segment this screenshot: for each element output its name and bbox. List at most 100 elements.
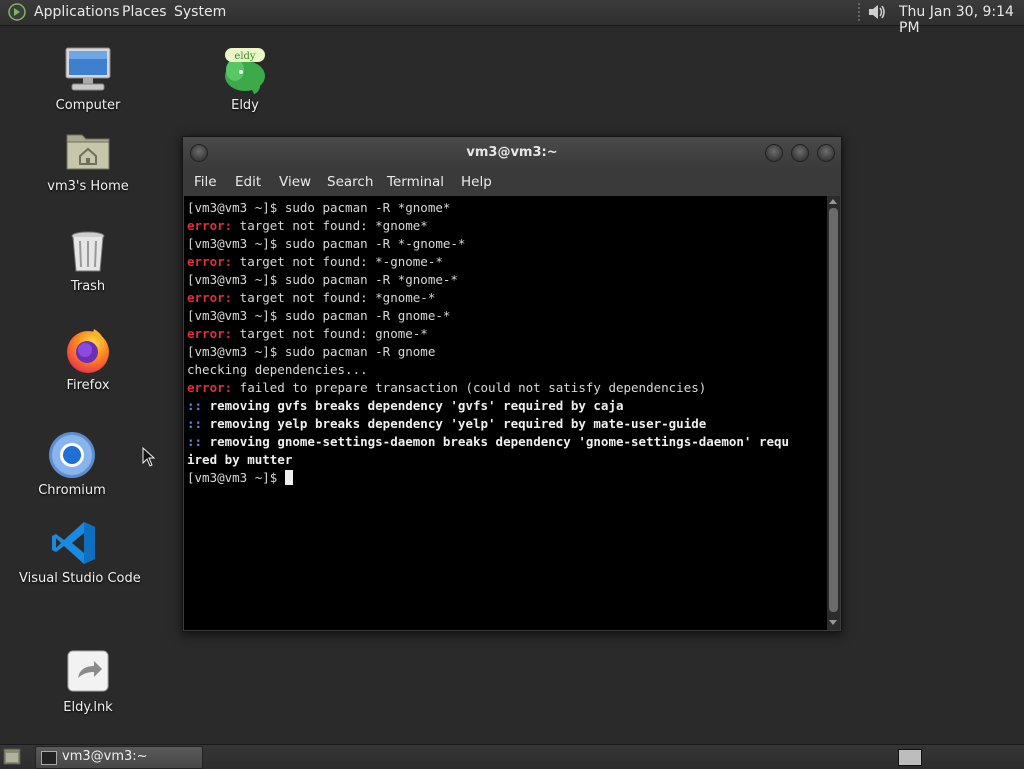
minimize-button[interactable]: [765, 144, 783, 162]
terminal-line-text: target not found: *gnome-*: [232, 290, 436, 305]
terminal-line: :: removing yelp breaks dependency 'yelp…: [187, 415, 789, 433]
vscode-icon: [50, 519, 98, 567]
desktop-icon-label: Eldy.lnk: [63, 700, 113, 715]
desktop-icon-label: Visual Studio Code: [19, 571, 141, 586]
close-button[interactable]: [817, 144, 835, 162]
shortcut-icon: [64, 648, 112, 696]
firefox-icon: [64, 326, 112, 374]
terminal-bold-text: removing gnome-settings-daemon breaks de…: [202, 434, 790, 449]
error-prefix: error:: [187, 218, 233, 233]
terminal-line: :: removing gnome-settings-daemon breaks…: [187, 433, 789, 451]
desktop-icon-vscode[interactable]: Visual Studio Code: [19, 519, 141, 586]
colons-prefix: ::: [187, 416, 203, 431]
terminal-line: [vm3@vm3 ~]$ sudo pacman -R *gnome*: [187, 199, 789, 217]
desktop-icon-label: Computer: [55, 98, 121, 113]
maximize-button[interactable]: [791, 144, 809, 162]
terminal-line: :: removing gvfs breaks dependency 'gvfs…: [187, 397, 789, 415]
mouse-pointer-icon: [142, 447, 156, 467]
terminal-menubar: File Edit View Search Terminal Help: [183, 169, 841, 196]
desktop-icon-firefox[interactable]: Firefox: [33, 326, 143, 393]
menu-terminal[interactable]: Terminal: [387, 174, 444, 190]
terminal-line: [vm3@vm3 ~]$ sudo pacman -R *-gnome-*: [187, 235, 789, 253]
terminal-cursor: [284, 470, 293, 485]
terminal-line-text: [vm3@vm3 ~]$: [187, 470, 285, 485]
desktop-icon-label: Chromium: [38, 483, 106, 498]
home-folder-icon: [64, 127, 112, 175]
volume-icon[interactable]: [866, 2, 888, 22]
desktop-icon-eldy[interactable]: eldy Eldy: [190, 46, 300, 113]
terminal-line: [vm3@vm3 ~]$ sudo pacman -R gnome: [187, 343, 789, 361]
applications-menu[interactable]: Applications: [34, 4, 120, 20]
terminal-line: error: target not found: *gnome*: [187, 217, 789, 235]
terminal-line: [vm3@vm3 ~]$: [187, 469, 789, 487]
distro-logo-icon[interactable]: [8, 3, 26, 21]
terminal-line: error: target not found: gnome-*: [187, 325, 789, 343]
colons-prefix: ::: [187, 434, 203, 449]
terminal-text: [vm3@vm3 ~]$ sudo pacman -R *gnome* error…: [187, 199, 789, 487]
desktop-icon-computer[interactable]: Computer: [33, 46, 143, 113]
desktop-icon-chromium[interactable]: Chromium: [17, 431, 127, 498]
bottom-panel: vm3@vm3:~: [0, 744, 1024, 769]
window-title: vm3@vm3:~: [466, 145, 558, 160]
trash-icon: [64, 227, 112, 275]
terminal-line: error: failed to prepare transaction (co…: [187, 379, 789, 397]
window-titlebar[interactable]: vm3@vm3:~: [183, 137, 841, 169]
terminal-line-text: [vm3@vm3 ~]$ sudo pacman -R gnome-*: [187, 308, 451, 323]
scroll-up-arrow-icon[interactable]: [829, 199, 837, 204]
terminal-line-text: [vm3@vm3 ~]$ sudo pacman -R gnome: [187, 344, 436, 359]
terminal-line-text: target not found: *-gnome-*: [232, 254, 443, 269]
menu-file[interactable]: File: [194, 174, 217, 190]
terminal-line-text: target not found: gnome-*: [232, 326, 428, 341]
desktop-icon-trash[interactable]: Trash: [33, 227, 143, 294]
terminal-scrollbar[interactable]: [827, 196, 840, 630]
terminal-line-text: target not found: *gnome*: [232, 218, 428, 233]
terminal-line: error: target not found: *-gnome-*: [187, 253, 789, 271]
scrollbar-thumb[interactable]: [829, 208, 838, 612]
panel-separator: [858, 3, 860, 22]
terminal-line: [vm3@vm3 ~]$ sudo pacman -R gnome-*: [187, 307, 789, 325]
terminal-line-text: checking dependencies...: [187, 362, 368, 377]
desktop-icon-label: Trash: [70, 279, 106, 294]
menu-help[interactable]: Help: [461, 174, 492, 190]
menu-edit[interactable]: Edit: [235, 174, 261, 190]
terminal-line-text: [vm3@vm3 ~]$ sudo pacman -R *gnome-*: [187, 272, 458, 287]
terminal-window[interactable]: vm3@vm3:~ File Edit View Search Terminal…: [182, 136, 842, 632]
error-prefix: error:: [187, 326, 233, 341]
error-prefix: error:: [187, 380, 233, 395]
computer-icon: [64, 46, 112, 94]
top-panel: Applications Places System Thu Jan 30, 9…: [0, 0, 1024, 36]
terminal-bold-text: ired by mutter: [187, 452, 293, 467]
chromium-icon: [48, 431, 96, 479]
desktop-icon-home[interactable]: vm3's Home: [33, 127, 143, 194]
terminal-line-text: [vm3@vm3 ~]$ sudo pacman -R *gnome*: [187, 200, 451, 215]
menu-view[interactable]: View: [279, 174, 311, 190]
error-prefix: error:: [187, 254, 233, 269]
menu-search[interactable]: Search: [327, 174, 373, 190]
scroll-down-arrow-icon[interactable]: [829, 620, 837, 625]
show-desktop-icon[interactable]: [3, 748, 21, 765]
places-menu[interactable]: Places: [122, 4, 167, 20]
colons-prefix: ::: [187, 398, 203, 413]
taskbar-window-label: vm3@vm3:~: [62, 749, 148, 764]
desktop-icon-label: Eldy: [231, 98, 259, 113]
terminal-output[interactable]: [vm3@vm3 ~]$ sudo pacman -R *gnome* error…: [184, 196, 827, 630]
terminal-line-text: [vm3@vm3 ~]$ sudo pacman -R *-gnome-*: [187, 236, 466, 251]
system-menu[interactable]: System: [174, 4, 226, 20]
terminal-icon: [41, 751, 57, 765]
desktop-icon-label: vm3's Home: [47, 179, 129, 194]
desktop-icon-label: Firefox: [66, 378, 110, 393]
eldy-icon: eldy: [221, 46, 269, 95]
clock[interactable]: Thu Jan 30, 9:14 PM: [899, 4, 1024, 36]
terminal-line: checking dependencies...: [187, 361, 789, 379]
terminal-line: ired by mutter: [187, 451, 789, 469]
terminal-bold-text: removing gvfs breaks dependency 'gvfs' r…: [202, 398, 624, 413]
terminal-bold-text: removing yelp breaks dependency 'yelp' r…: [202, 416, 707, 431]
terminal-line-text: failed to prepare transaction (could not…: [232, 380, 707, 395]
error-prefix: error:: [187, 290, 233, 305]
workspace-switcher[interactable]: [898, 749, 922, 766]
eldy-logo-text: eldy: [234, 51, 256, 62]
terminal-line: error: target not found: *gnome-*: [187, 289, 789, 307]
terminal-line: [vm3@vm3 ~]$ sudo pacman -R *gnome-*: [187, 271, 789, 289]
taskbar-window-button[interactable]: vm3@vm3:~: [35, 746, 203, 769]
desktop-icon-eldy-lnk[interactable]: Eldy.lnk: [33, 648, 143, 715]
